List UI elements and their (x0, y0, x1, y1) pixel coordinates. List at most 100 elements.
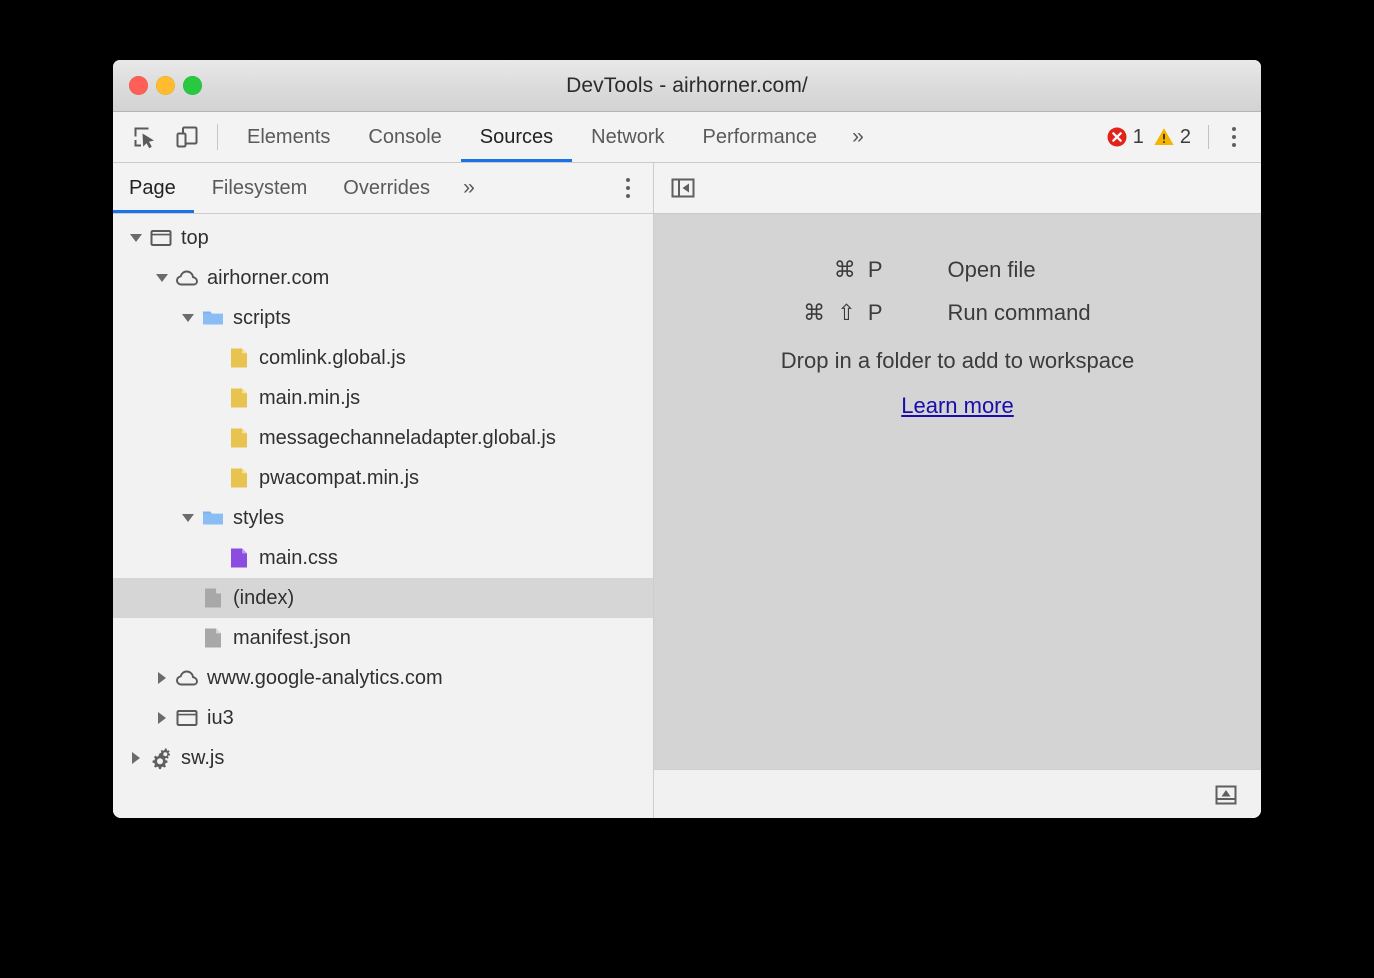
tree-row-label: styles (233, 508, 284, 528)
chevron-right-icon[interactable] (125, 752, 147, 764)
nav-more-tabs-chevron-icon[interactable]: » (448, 163, 490, 213)
tree-row[interactable]: (index) (113, 578, 653, 618)
tree-row[interactable]: comlink.global.js (113, 338, 653, 378)
navigator-menu-icon[interactable] (611, 168, 645, 208)
nav-tab-page[interactable]: Page (113, 163, 194, 213)
chevron-down-glyph (130, 234, 142, 242)
device-toolbar-icon[interactable] (167, 117, 207, 157)
tree-row-label: manifest.json (233, 628, 351, 648)
devtools-window: DevTools - airhorner.com/ Elements Conso… (113, 60, 1261, 818)
nav-tab-page-label: Page (129, 177, 176, 200)
tab-console-label: Console (368, 126, 441, 149)
kebab-dot (626, 178, 630, 182)
nav-tab-filesystem[interactable]: Filesystem (194, 163, 326, 213)
chevron-down-icon[interactable] (177, 314, 199, 322)
warning-counter[interactable]: 2 (1153, 126, 1191, 149)
tree-row[interactable]: iu3 (113, 698, 653, 738)
chevron-right-icon[interactable] (151, 672, 173, 684)
tree-row[interactable]: manifest.json (113, 618, 653, 658)
tab-elements[interactable]: Elements (228, 112, 349, 162)
kebab-dot (626, 194, 630, 198)
inspect-element-icon[interactable] (125, 117, 165, 157)
toolbar-right-group: 1 2 (1106, 117, 1261, 157)
frame-icon (173, 706, 201, 730)
tree-row-label: main.min.js (259, 388, 360, 408)
tree-row[interactable]: main.css (113, 538, 653, 578)
shortcut-run-command-label: Run command (948, 300, 1248, 326)
chevron-right-glyph (132, 752, 140, 764)
show-drawer-icon[interactable] (1209, 778, 1243, 812)
tree-row-label: pwacompat.min.js (259, 468, 419, 488)
shortcut-open-file-keys: ⌘ P (668, 257, 948, 283)
learn-more-link[interactable]: Learn more (901, 393, 1014, 419)
js-file-icon (225, 426, 253, 450)
editor-hints: ⌘ P Open file ⌘ ⇧ P Run command Drop in … (654, 257, 1261, 419)
css-file-icon (225, 546, 253, 570)
warning-icon (1153, 126, 1175, 148)
tree-row[interactable]: styles (113, 498, 653, 538)
window-titlebar: DevTools - airhorner.com/ (113, 60, 1261, 112)
js-file-icon (225, 386, 253, 410)
devtools-body: Page Filesystem Overrides » top airhorner… (113, 163, 1261, 818)
chevron-down-glyph (182, 314, 194, 322)
tree-row-label: top (181, 228, 209, 248)
file-tree[interactable]: top airhorner.com scripts comlink.global.js… (113, 214, 653, 818)
shortcut-run-command-keys: ⌘ ⇧ P (668, 300, 948, 326)
frame-icon (147, 226, 175, 250)
tab-network-label: Network (591, 126, 664, 149)
folder-icon (199, 506, 227, 530)
kebab-dot (1232, 135, 1236, 139)
tab-performance[interactable]: Performance (684, 112, 837, 162)
chevron-down-icon[interactable] (125, 234, 147, 242)
tab-sources[interactable]: Sources (461, 112, 572, 162)
more-tabs-chevron-icon[interactable]: » (836, 112, 880, 162)
tree-row[interactable]: pwacompat.min.js (113, 458, 653, 498)
tree-row[interactable]: top (113, 218, 653, 258)
chevron-right-glyph (158, 672, 166, 684)
error-count: 1 (1133, 126, 1144, 149)
shortcut-open-file-label: Open file (948, 257, 1248, 283)
tree-row[interactable]: airhorner.com (113, 258, 653, 298)
error-counter[interactable]: 1 (1106, 126, 1144, 149)
warning-count: 2 (1180, 126, 1191, 149)
chevron-right-icon[interactable] (151, 712, 173, 724)
tree-row-label: airhorner.com (207, 268, 329, 288)
nav-more-tabs-label: » (463, 176, 475, 200)
window-title: DevTools - airhorner.com/ (113, 60, 1261, 112)
chevron-down-icon[interactable] (151, 274, 173, 282)
tree-row-label: www.google-analytics.com (207, 668, 443, 688)
chevron-down-glyph (182, 514, 194, 522)
chevron-down-glyph (156, 274, 168, 282)
folder-icon (199, 306, 227, 330)
editor-pane: ⌘ P Open file ⌘ ⇧ P Run command Drop in … (654, 163, 1261, 818)
shortcut-run-command: ⌘ ⇧ P Run command (654, 300, 1261, 326)
nav-tab-filesystem-label: Filesystem (212, 177, 308, 200)
tree-row[interactable]: scripts (113, 298, 653, 338)
tree-row[interactable]: www.google-analytics.com (113, 658, 653, 698)
navigator-tabbar: Page Filesystem Overrides » (113, 163, 653, 214)
editor-tabbar (654, 163, 1261, 214)
tab-console[interactable]: Console (349, 112, 460, 162)
toolbar-divider-right (1208, 125, 1209, 149)
tree-row[interactable]: sw.js (113, 738, 653, 778)
tree-row[interactable]: messagechanneladapter.global.js (113, 418, 653, 458)
kebab-dot (1232, 127, 1236, 131)
nav-tab-overrides[interactable]: Overrides (325, 163, 448, 213)
devtools-menu-icon[interactable] (1217, 117, 1251, 157)
tree-row-label: comlink.global.js (259, 348, 406, 368)
chevron-down-icon[interactable] (177, 514, 199, 522)
shortcut-open-file: ⌘ P Open file (654, 257, 1261, 283)
devtools-main-toolbar: Elements Console Sources Network Perform… (113, 112, 1261, 163)
cloud-icon (173, 666, 201, 690)
js-file-icon (225, 466, 253, 490)
navigator-pane: Page Filesystem Overrides » top airhorner… (113, 163, 654, 818)
toolbar-divider (217, 124, 218, 150)
editor-statusbar (654, 769, 1261, 818)
doc-file-icon (199, 626, 227, 650)
tab-network[interactable]: Network (572, 112, 683, 162)
tree-row-label: messagechanneladapter.global.js (259, 428, 556, 448)
kebab-dot (626, 186, 630, 190)
tree-row[interactable]: main.min.js (113, 378, 653, 418)
tree-row-label: (index) (233, 588, 294, 608)
collapse-navigator-icon[interactable] (661, 163, 705, 213)
